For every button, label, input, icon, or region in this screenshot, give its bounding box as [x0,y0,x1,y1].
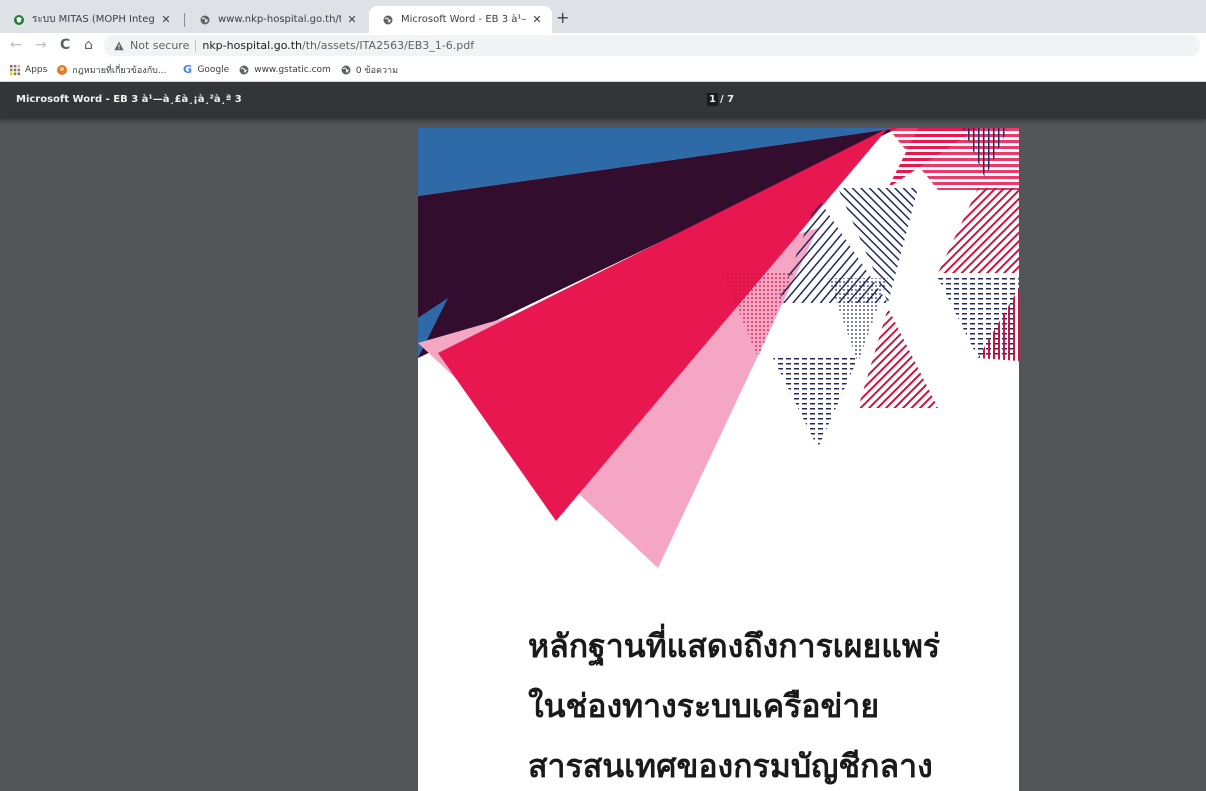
bookmark-label: www.gstatic.com [254,64,331,75]
forward-button[interactable]: → [35,37,47,53]
shield-icon [14,14,24,25]
heading-line: ในช่องทางระบบเครือข่าย [528,687,880,725]
pdf-toolbar: Microsoft Word - EB 3 à¹—à¸£à¸¡à¸²à¸ª 3 … [0,82,1206,119]
close-tab-icon[interactable]: ✕ [159,13,173,26]
bookmark-label: กฎหมายที่เกี่ยวข้องกับ... [72,65,167,76]
page-indicator: 1 / 7 [707,93,734,106]
url-path: /th/assets/ITA2563/EB3_1-6.pdf [302,39,475,52]
browser-toolbar: ← → C ⌂ Not secure nkp-hospital.go.th /t… [0,33,1206,58]
total-pages: / 7 [719,94,735,105]
bookmark-apps[interactable]: Apps [10,64,48,75]
tab-mitas[interactable]: ระบบ MITAS (MOPH Integrity and ✕ [0,6,181,33]
new-tab-button[interactable]: + [556,10,569,26]
globe-icon [200,15,210,25]
reload-button[interactable]: C [60,37,70,53]
apps-grid-icon [10,64,20,75]
globe-icon [239,65,249,75]
current-page-input[interactable]: 1 [707,93,718,106]
tab-strip: ระบบ MITAS (MOPH Integrity and ✕ www.nkp… [0,0,1206,33]
tab-pdf-viewer[interactable]: Microsoft Word - EB 3 à¹—à¸£à¸ ✕ [369,6,552,33]
dashed-triangle [773,358,858,448]
address-divider [195,39,197,52]
bookmark-law[interactable]: กฎหมายที่เกี่ยวข้องกับ... [57,63,166,77]
warning-icon[interactable] [114,41,124,51]
document-heading: หลักฐานที่แสดงถึงการเผยแพร่ ในช่องทางระบ… [528,616,940,791]
tab-title: ระบบ MITAS (MOPH Integrity and [32,14,155,25]
heading-line: หลักฐานที่แสดงถึงการเผยแพร่ [528,627,941,665]
tab-nkp-hospital[interactable]: www.nkp-hospital.go.th/th/ITA25 ✕ [186,6,367,33]
url-host: nkp-hospital.go.th [202,39,303,52]
bookmark-label: 0 ข้อความ [355,65,399,76]
orange-circle-icon [57,64,68,75]
close-tab-icon[interactable]: ✕ [345,13,359,26]
bookmarks-bar: Apps กฎหมายที่เกี่ยวข้องกับ... G Google … [0,58,1206,82]
pdf-title: Microsoft Word - EB 3 à¹—à¸£à¸¡à¸²à¸ª 3 [16,94,242,105]
pdf-page: หลักฐานที่แสดงถึงการเผยแพร่ ในช่องทางระบ… [418,128,1019,791]
bookmark-label: Google [197,64,230,75]
bookmark-messages[interactable]: 0 ข้อความ [341,63,398,77]
security-status[interactable]: Not secure [130,39,189,52]
tab-title: www.nkp-hospital.go.th/th/ITA25 [218,14,341,25]
globe-icon [383,15,393,25]
bookmark-label: Apps [25,64,48,75]
globe-icon [341,65,351,75]
bookmark-google[interactable]: G Google [182,63,230,76]
close-tab-icon[interactable]: ✕ [530,13,544,26]
tab-separator [184,13,185,27]
address-bar[interactable]: Not secure nkp-hospital.go.th /th/assets… [104,35,1200,56]
back-button[interactable]: ← [10,37,22,53]
home-button[interactable]: ⌂ [84,37,93,53]
google-icon: G [182,63,192,76]
bookmark-gstatic[interactable]: www.gstatic.com [239,65,331,75]
stripe-triangle [938,188,1019,273]
tab-title: Microsoft Word - EB 3 à¹—à¸£à¸ [401,14,526,25]
heading-line: สารสนเทศของกรมบัญชีกลาง [528,747,933,785]
